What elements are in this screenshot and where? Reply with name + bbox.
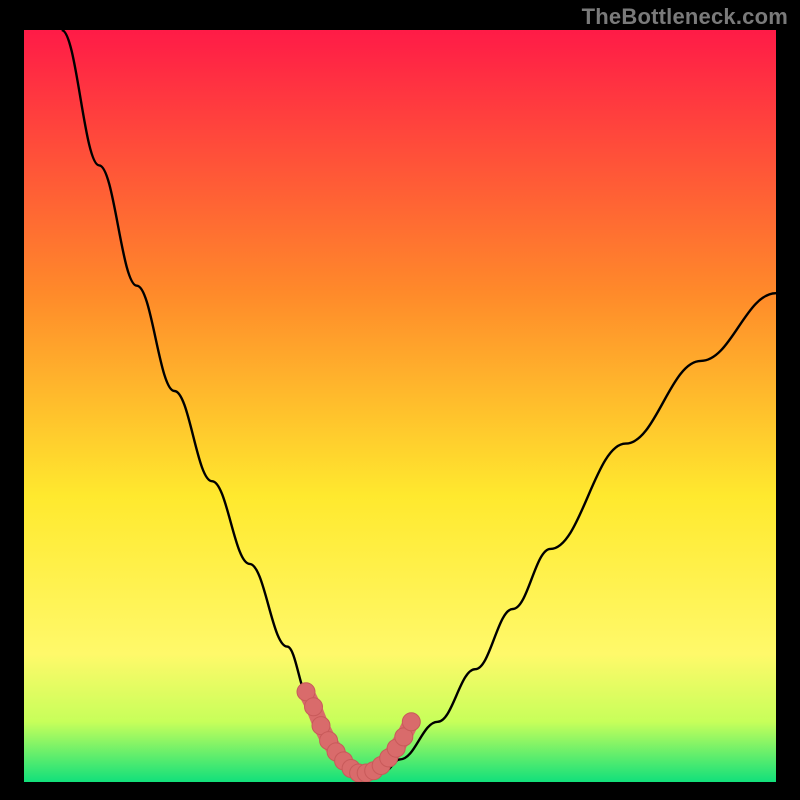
marker-dot xyxy=(305,698,323,716)
marker-dot xyxy=(402,713,420,731)
plot-area xyxy=(24,30,776,782)
bottleneck-chart xyxy=(24,30,776,782)
attribution-label: TheBottleneck.com xyxy=(582,4,788,30)
gradient-background xyxy=(24,30,776,782)
chart-stage: TheBottleneck.com xyxy=(0,0,800,800)
